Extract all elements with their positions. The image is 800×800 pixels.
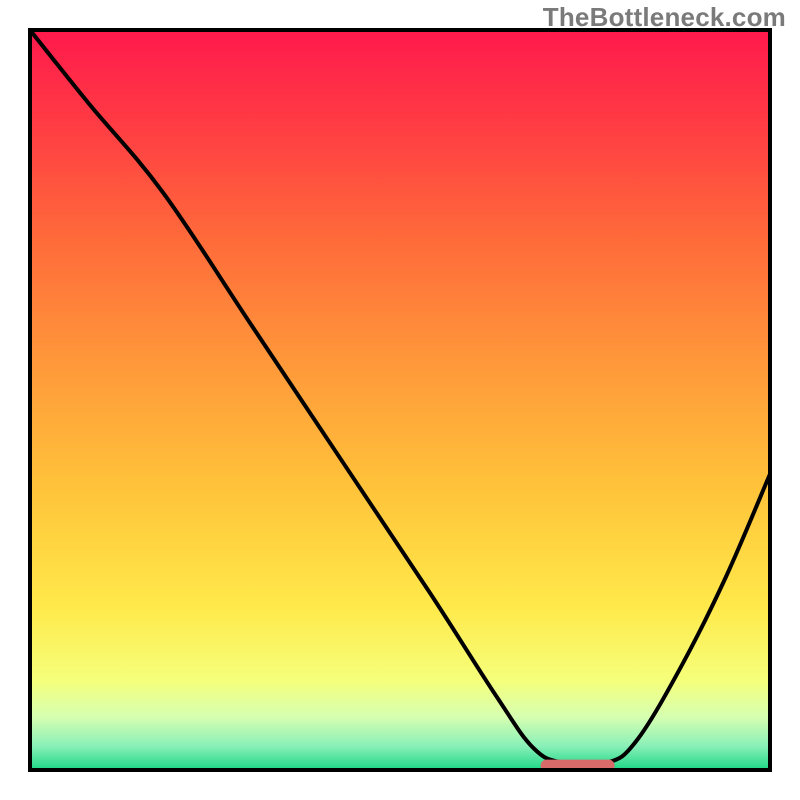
chart-container: TheBottleneck.com — [0, 0, 800, 800]
chart-svg — [0, 0, 800, 800]
chart-background — [32, 32, 768, 768]
